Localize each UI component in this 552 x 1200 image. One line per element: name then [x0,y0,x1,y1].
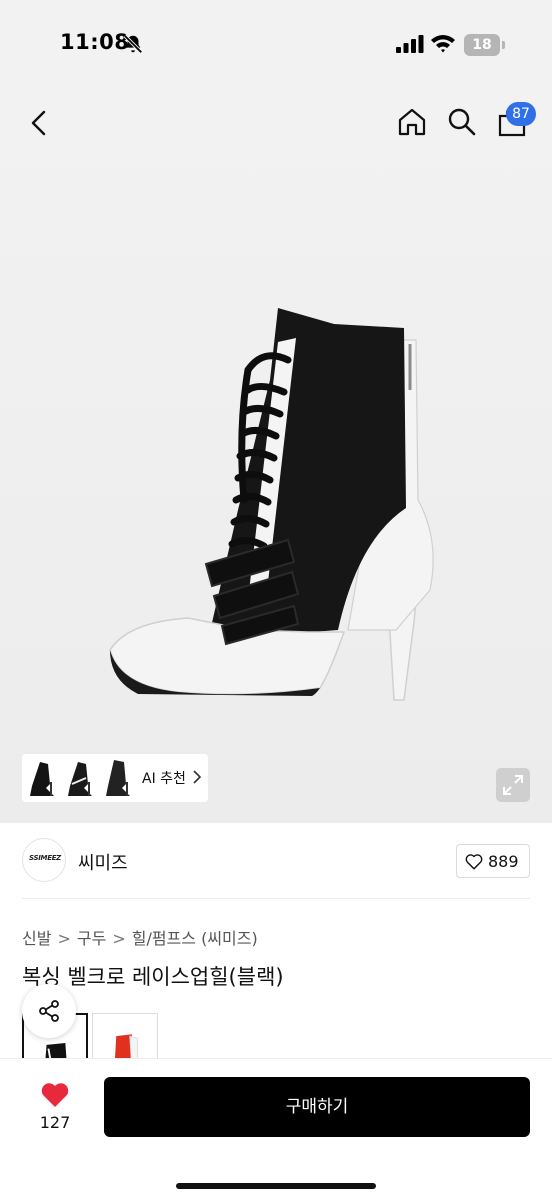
product-image-gallery[interactable]: 87 AI 추천 [0,90,552,823]
home-indicator[interactable] [176,1183,376,1189]
brand-like-count: 889 [488,852,519,871]
breadcrumb-item[interactable]: 신발 [22,929,51,948]
home-icon[interactable] [396,106,428,138]
brand-name[interactable]: 씨미즈 [78,849,128,875]
battery-level: 18 [472,37,492,53]
breadcrumb: 신발 > 구두 > 힐/펌프스 (씨미즈) [22,925,258,949]
share-icon [39,1000,59,1022]
chevron-right-icon: > [57,929,71,948]
brand-like-button[interactable]: 889 [456,844,530,878]
wish-count: 127 [39,1113,71,1132]
cart-count-badge: 87 [506,102,536,126]
thumbnail-boot-3[interactable] [102,758,134,798]
search-icon[interactable] [446,106,478,138]
ai-recommend-label[interactable]: AI 추천 [142,768,186,788]
heart-outline-icon [465,854,483,870]
bottom-purchase-bar: 127 구매하기 [0,1058,552,1200]
breadcrumb-item[interactable]: 힐/펌프스 (씨미즈) [132,929,258,948]
expand-button[interactable] [496,768,530,802]
back-icon[interactable] [24,108,54,138]
chevron-right-icon[interactable] [192,770,202,784]
status-bar: 11:08 18 [0,0,552,90]
thumbnail-boot-1[interactable] [26,758,58,798]
similar-items-strip[interactable]: AI 추천 [22,754,208,802]
buy-button[interactable]: 구매하기 [104,1077,530,1137]
wifi-icon [431,35,455,53]
brand-logo[interactable]: SSIMEEZ [22,838,66,882]
status-time: 11:08 [60,30,130,54]
signal-icon [396,35,424,53]
brand-logo-text: SSIMEEZ [29,854,61,862]
heart-filled-icon[interactable] [40,1081,70,1108]
expand-icon [503,775,523,795]
share-button[interactable] [22,984,76,1038]
bell-off-icon [123,34,143,54]
battery-tip [502,41,505,49]
thumbnail-boot-2[interactable] [64,758,96,798]
product-image-boot [109,308,434,701]
battery-icon: 18 [464,34,500,56]
chevron-right-icon: > [112,929,126,948]
divider [22,898,530,899]
breadcrumb-item[interactable]: 구두 [77,929,106,948]
